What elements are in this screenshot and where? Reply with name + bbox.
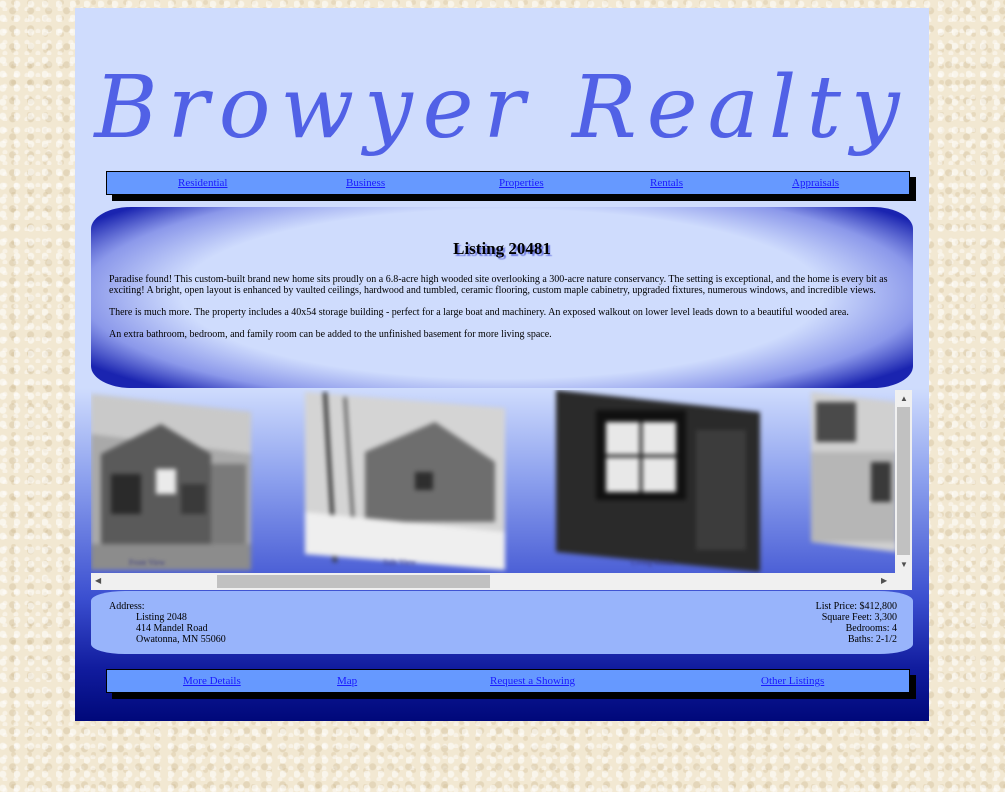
address-block: Address: Listing 2048 414 Mandel Road Ow… [109, 601, 226, 645]
address-line: Owatonna, MN 55060 [136, 634, 226, 645]
side-view-photo[interactable] [305, 392, 507, 570]
scroll-up-icon[interactable]: ▲ [900, 394, 908, 404]
scroll-right-icon[interactable]: ▶ [881, 576, 887, 586]
nav-appraisals-link[interactable]: Appraisals [792, 177, 839, 189]
description-paragraph: Paradise found! This custom-built brand … [109, 274, 888, 296]
nav-business-link[interactable]: Business [346, 177, 385, 189]
listing-title: Listing 20481 [453, 239, 551, 258]
baths: Baths: 2-1/2 [847, 634, 897, 645]
bottom-navigation: More Details Map Request a Showing Other… [106, 669, 910, 693]
horizontal-scroll-thumb[interactable] [217, 575, 490, 588]
request-showing-link[interactable]: Request a Showing [490, 675, 575, 687]
photo-caption: Side View [383, 558, 416, 567]
living-room-photo[interactable] [556, 390, 761, 572]
listing-details-panel: Address: Listing 2048 414 Mandel Road Ow… [91, 591, 913, 654]
square-feet: Square Feet: 3,300 [821, 612, 897, 623]
bedrooms: Bedrooms: 4 [845, 623, 897, 634]
listing-description-panel: Listing 20481 Paradise found! This custo… [91, 207, 913, 388]
nav-properties-link[interactable]: Properties [499, 177, 544, 189]
other-listings-link[interactable]: Other Listings [761, 675, 824, 687]
nav-residential-link[interactable]: Residential [178, 177, 228, 189]
site-logo[interactable]: Browyer Realty [75, 38, 929, 178]
front-view-photo[interactable] [91, 394, 253, 570]
exterior-photo[interactable] [811, 392, 897, 552]
address-line: Listing 2048 [136, 612, 187, 623]
gallery-vertical-scrollbar[interactable]: ▲ ▼ [895, 390, 912, 573]
photo-caption: Living Room [631, 558, 674, 567]
scroll-left-icon[interactable]: ◀ [95, 576, 101, 586]
listing-description: Paradise found! This custom-built brand … [109, 274, 889, 351]
scroll-down-icon[interactable]: ▼ [900, 560, 908, 570]
list-price: List Price: $412,800 [815, 601, 897, 612]
description-paragraph: There is much more. The property include… [109, 307, 849, 318]
vertical-scroll-thumb[interactable] [897, 407, 910, 555]
property-stats: List Price: $412,800 Square Feet: 3,300 … [816, 601, 897, 645]
address-label: Address: [109, 601, 145, 612]
nav-rentals-link[interactable]: Rentals [650, 177, 683, 189]
more-details-link[interactable]: More Details [183, 675, 241, 687]
map-link[interactable]: Map [337, 675, 357, 687]
description-paragraph: An extra bathroom, bedroom, and family r… [109, 329, 552, 340]
photo-gallery[interactable]: Front View Side View Living Room ▲ ▼ ◀ ▶ [91, 390, 912, 590]
top-navigation: Residential Business Properties Rentals … [106, 171, 910, 195]
address-line: 414 Mandel Road [136, 623, 208, 634]
page-container: Browyer Realty Residential Business Prop… [75, 8, 929, 721]
photo-caption: Front View [129, 558, 166, 567]
gallery-horizontal-scrollbar[interactable]: ◀ ▶ [91, 573, 912, 590]
